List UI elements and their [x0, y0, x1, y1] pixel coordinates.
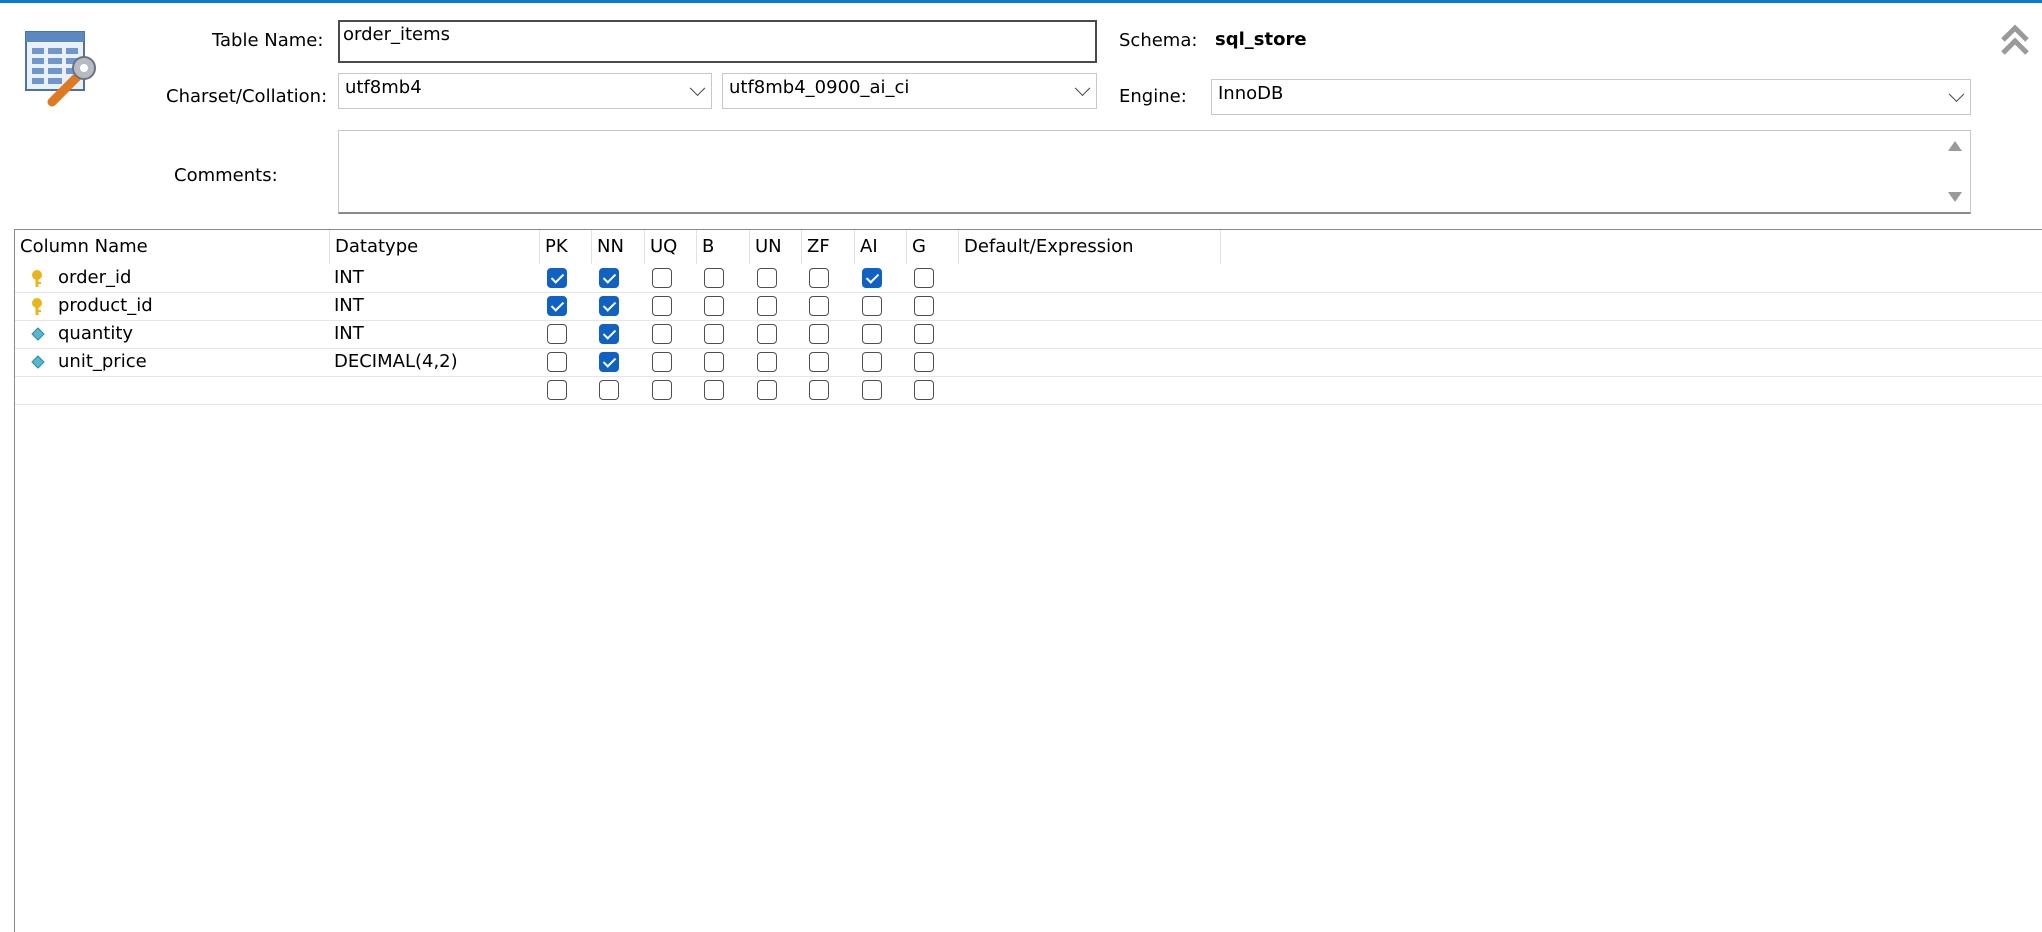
schema-label: Schema: — [1119, 30, 1198, 51]
uq-checkbox[interactable] — [652, 352, 672, 372]
charset-collation-label: Charset/Collation: — [166, 86, 328, 107]
header-zf[interactable]: ZF — [802, 230, 855, 264]
header-g[interactable]: G — [907, 230, 959, 264]
comments-label: Comments: — [174, 165, 278, 186]
header-b[interactable]: B — [697, 230, 750, 264]
g-checkbox[interactable] — [914, 296, 934, 316]
nn-checkbox[interactable] — [599, 324, 619, 344]
table-name-value: order_items — [343, 24, 451, 45]
datatype-cell[interactable]: DECIMAL(4,2) — [334, 348, 458, 376]
datatype-cell[interactable]: INT — [334, 292, 364, 320]
scroll-down-arrow-icon[interactable] — [1948, 192, 1962, 202]
b-checkbox[interactable] — [704, 296, 724, 316]
primary-key-icon — [32, 298, 42, 315]
header-datatype[interactable]: Datatype — [330, 230, 540, 264]
chevron-down-icon — [1948, 86, 1965, 103]
ai-checkbox[interactable] — [862, 324, 882, 344]
table-name-input[interactable]: order_items — [338, 20, 1097, 63]
collation-select[interactable]: utf8mb4_0900_ai_ci — [722, 73, 1097, 109]
pk-checkbox[interactable] — [547, 380, 567, 400]
pk-checkbox[interactable] — [547, 296, 567, 316]
engine-label: Engine: — [1119, 86, 1187, 107]
column-name-cell[interactable]: product_id — [58, 292, 153, 320]
g-checkbox[interactable] — [914, 352, 934, 372]
pk-checkbox[interactable] — [547, 268, 567, 288]
header-nn[interactable]: NN — [592, 230, 645, 264]
column-diamond-icon — [31, 327, 45, 341]
nn-checkbox[interactable] — [599, 380, 619, 400]
pk-checkbox[interactable] — [547, 352, 567, 372]
column-name-cell[interactable]: quantity — [58, 320, 133, 348]
comments-textarea[interactable] — [338, 130, 1971, 214]
b-checkbox[interactable] — [704, 380, 724, 400]
table-row[interactable]: order_id INT — [15, 264, 2042, 293]
b-checkbox[interactable] — [704, 268, 724, 288]
uq-checkbox[interactable] — [652, 380, 672, 400]
g-checkbox[interactable] — [914, 324, 934, 344]
collation-value: utf8mb4_0900_ai_ci — [729, 77, 910, 98]
header-ai[interactable]: AI — [855, 230, 907, 264]
ai-checkbox[interactable] — [862, 352, 882, 372]
header-uq[interactable]: UQ — [645, 230, 697, 264]
column-name-cell[interactable]: unit_price — [58, 348, 147, 376]
primary-key-icon — [32, 270, 42, 287]
pk-checkbox[interactable] — [547, 324, 567, 344]
un-checkbox[interactable] — [757, 380, 777, 400]
columns-grid[interactable]: Column Name Datatype PK NN UQ B UN ZF AI… — [14, 229, 2042, 932]
un-checkbox[interactable] — [757, 352, 777, 372]
grid-header: Column Name Datatype PK NN UQ B UN ZF AI… — [15, 230, 2042, 264]
column-diamond-icon — [31, 355, 45, 369]
datatype-cell[interactable]: INT — [334, 264, 364, 292]
header-un[interactable]: UN — [750, 230, 802, 264]
uq-checkbox[interactable] — [652, 324, 672, 344]
header-default-expression[interactable]: Default/Expression — [959, 230, 1221, 264]
nn-checkbox[interactable] — [599, 268, 619, 288]
charset-value: utf8mb4 — [345, 77, 422, 98]
zf-checkbox[interactable] — [809, 352, 829, 372]
ai-checkbox[interactable] — [862, 296, 882, 316]
table-row[interactable]: product_id INT — [15, 292, 2042, 321]
zf-checkbox[interactable] — [809, 380, 829, 400]
uq-checkbox[interactable] — [652, 296, 672, 316]
window-top-accent — [0, 0, 2042, 3]
un-checkbox[interactable] — [757, 268, 777, 288]
nn-checkbox[interactable] — [599, 352, 619, 372]
un-checkbox[interactable] — [757, 296, 777, 316]
table-name-label: Table Name: — [212, 30, 324, 51]
un-checkbox[interactable] — [757, 324, 777, 344]
chevron-down-icon — [689, 80, 706, 97]
schema-value: sql_store — [1215, 29, 1307, 50]
uq-checkbox[interactable] — [652, 268, 672, 288]
zf-checkbox[interactable] — [809, 324, 829, 344]
chevron-down-icon — [1074, 80, 1091, 97]
scroll-up-arrow-icon[interactable] — [1948, 141, 1962, 151]
b-checkbox[interactable] — [704, 352, 724, 372]
g-checkbox[interactable] — [914, 380, 934, 400]
table-row[interactable]: quantity INT — [15, 320, 2042, 349]
b-checkbox[interactable] — [704, 324, 724, 344]
column-name-cell[interactable]: order_id — [58, 264, 131, 292]
engine-value: InnoDB — [1218, 83, 1284, 104]
zf-checkbox[interactable] — [809, 268, 829, 288]
zf-checkbox[interactable] — [809, 296, 829, 316]
table-row[interactable] — [15, 376, 2042, 405]
g-checkbox[interactable] — [914, 268, 934, 288]
datatype-cell[interactable]: INT — [334, 320, 364, 348]
table-row[interactable]: unit_price DECIMAL(4,2) — [15, 348, 2042, 377]
header-pk[interactable]: PK — [540, 230, 592, 264]
ai-checkbox[interactable] — [862, 380, 882, 400]
table-editor-icon — [25, 31, 96, 107]
nn-checkbox[interactable] — [599, 296, 619, 316]
collapse-chevrons-up-icon[interactable] — [1998, 20, 2032, 60]
engine-select[interactable]: InnoDB — [1211, 79, 1971, 115]
charset-select[interactable]: utf8mb4 — [338, 73, 712, 109]
header-column-name[interactable]: Column Name — [15, 230, 330, 264]
ai-checkbox[interactable] — [862, 268, 882, 288]
